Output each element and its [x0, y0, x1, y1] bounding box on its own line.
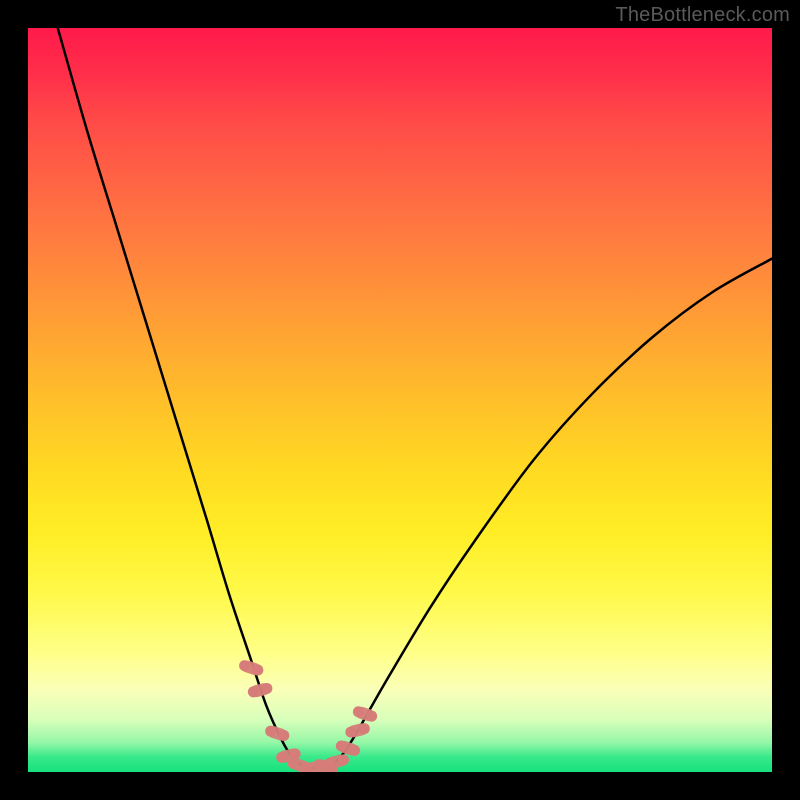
- bottleneck-curve: [58, 28, 772, 768]
- marker-point: [344, 722, 371, 739]
- chart-frame: TheBottleneck.com: [0, 0, 800, 800]
- curve-layer: [28, 28, 772, 772]
- marker-point: [334, 739, 361, 757]
- marker-group: [238, 659, 379, 772]
- marker-point: [247, 682, 274, 699]
- curve-path: [58, 28, 772, 768]
- marker-point: [264, 724, 291, 742]
- marker-point: [323, 753, 350, 770]
- attribution-text: TheBottleneck.com: [615, 4, 790, 27]
- plot-area: [28, 28, 772, 772]
